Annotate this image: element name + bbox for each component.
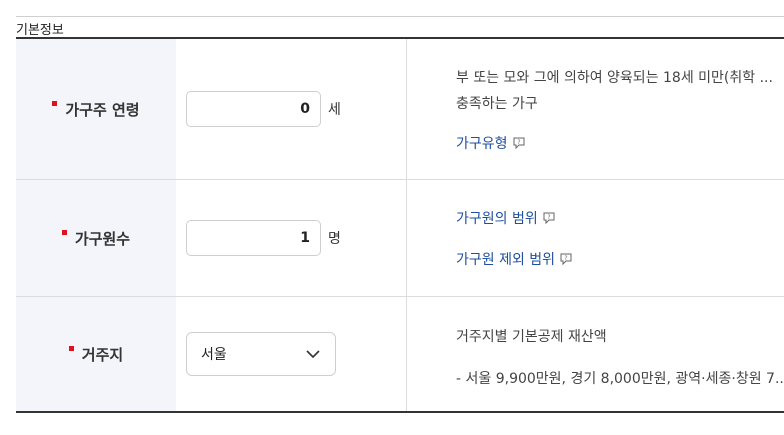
svg-text:?: ?: [547, 214, 550, 221]
row-label: 가구주 연령: [65, 100, 140, 119]
chevron-down-icon: [305, 346, 321, 362]
section-title: 기본정보: [16, 23, 64, 38]
required-marker: [61, 229, 67, 235]
row-household-members: 가구원수 1 명 가구원의 범위 ? 가구원 제외 범위 ?: [16, 180, 784, 296]
question-bubble-icon[interactable]: ?: [542, 211, 556, 225]
desc-line: 충족하는 가구: [456, 96, 538, 112]
question-bubble-icon[interactable]: ?: [512, 136, 526, 150]
svg-text:?: ?: [517, 139, 520, 146]
row-householder-age: 가구주 연령 0 세 부 또는 모와 그에 의하여 양육되는 18세 미만(취학…: [16, 39, 784, 179]
column-divider: [406, 39, 407, 179]
household-type-link[interactable]: 가구유형 ?: [456, 133, 526, 153]
members-unit: 명: [328, 231, 341, 247]
svg-text:?: ?: [564, 255, 567, 262]
link-label: 가구원 제외 범위: [456, 252, 556, 268]
row-label: 거주지: [81, 345, 124, 364]
column-divider: [406, 297, 407, 411]
table-bottom-border: [16, 411, 784, 413]
desc-line: 거주지별 기본공제 재산액: [456, 329, 607, 345]
question-bubble-icon[interactable]: ?: [559, 252, 573, 266]
row-header: 가구원수: [16, 180, 176, 296]
required-marker: [52, 100, 58, 106]
required-marker: [68, 345, 74, 351]
residence-select[interactable]: 서울: [186, 332, 336, 376]
member-exclusion-link[interactable]: 가구원 제외 범위 ?: [456, 249, 573, 269]
row-header: 가구주 연령: [16, 39, 176, 179]
select-value: 서울: [201, 347, 227, 363]
row-residence: 거주지 서울 거주지별 기본공제 재산액 - 서울 9,900만원, 경기 8,…: [16, 297, 784, 411]
column-divider: [406, 180, 407, 296]
row-header: 거주지: [16, 297, 176, 411]
link-label: 가구원의 범위: [456, 211, 538, 227]
age-input[interactable]: 0: [186, 91, 321, 127]
row-label: 가구원수: [74, 229, 131, 248]
top-divider: [16, 16, 784, 17]
desc-line: 부 또는 모와 그에 의하여 양육되는 18세 미만(취학 ...: [456, 70, 773, 86]
age-unit: 세: [328, 102, 341, 118]
members-input[interactable]: 1: [186, 220, 321, 256]
desc-line: - 서울 9,900만원, 경기 8,000만원, 광역·세종·창원 7...: [456, 371, 784, 387]
member-scope-link[interactable]: 가구원의 범위 ?: [456, 208, 556, 228]
link-label: 가구유형: [456, 136, 508, 152]
